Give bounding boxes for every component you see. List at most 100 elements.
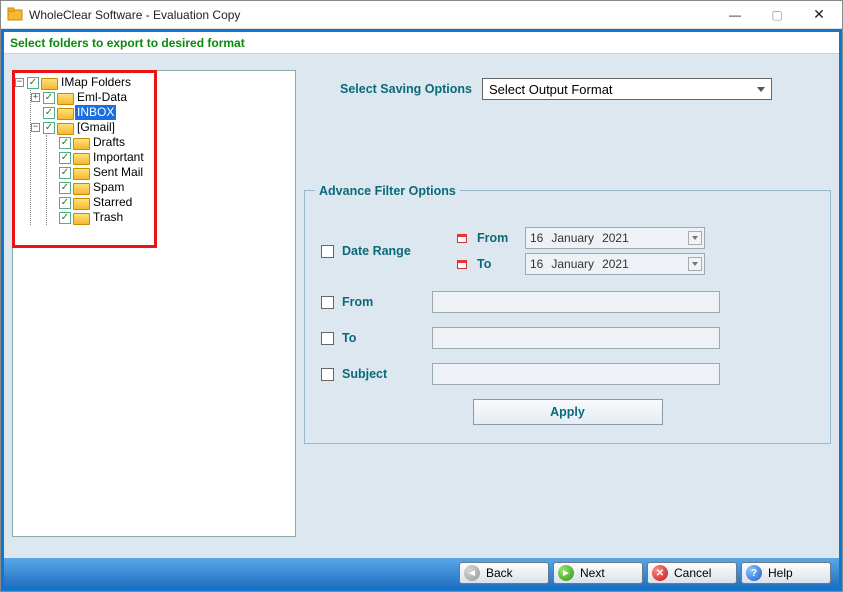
tree-label-selected: INBOX [75, 105, 116, 120]
to-label: To [477, 257, 515, 271]
from-checkbox[interactable] [321, 296, 334, 309]
wizard-footer: ◄ Back ► Next ✕ Cancel ? Help [4, 558, 839, 588]
checkbox[interactable] [59, 137, 71, 149]
from-row: From [321, 291, 814, 313]
tree-node-inbox[interactable]: INBOX [31, 105, 293, 120]
app-icon [7, 7, 23, 23]
checkbox[interactable] [59, 182, 71, 194]
date-range-checkbox[interactable] [321, 245, 334, 258]
date-column: From 16 January 2021 To [457, 225, 705, 277]
options-panel: Select Saving Options Select Output Form… [304, 70, 831, 550]
subject-filter-label: Subject [342, 367, 402, 381]
checkbox[interactable] [43, 92, 55, 104]
tree-node-eml[interactable]: + Eml-Data [31, 90, 293, 105]
chevron-down-icon[interactable] [688, 257, 702, 271]
close-button[interactable]: ✕ [798, 1, 840, 29]
next-button[interactable]: ► Next [553, 562, 643, 584]
help-button[interactable]: ? Help [741, 562, 831, 584]
folder-tree[interactable]: − IMap Folders + Eml-Data [13, 71, 295, 229]
from-filter-label: From [342, 295, 402, 309]
tree-node-spam[interactable]: Spam [47, 180, 293, 195]
advance-filter-group: Advance Filter Options Date Range From 1… [304, 190, 831, 444]
window-title: WholeClear Software - Evaluation Copy [29, 8, 714, 22]
folder-icon [73, 137, 88, 148]
tree-label: Spam [91, 180, 126, 195]
checkbox[interactable] [43, 122, 55, 134]
instruction-bar: Select folders to export to desired form… [4, 32, 839, 54]
tree-node-gmail[interactable]: − [Gmail] [31, 120, 293, 135]
date-range-label: Date Range [342, 244, 437, 258]
next-icon: ► [558, 565, 574, 581]
folder-tree-panel: − IMap Folders + Eml-Data [12, 70, 296, 537]
tree-label: Starred [91, 195, 134, 210]
checkbox[interactable] [43, 107, 55, 119]
app-window: WholeClear Software - Evaluation Copy — … [0, 0, 843, 592]
date-to-line: To 16 January 2021 [457, 251, 705, 277]
minimize-button[interactable]: — [714, 1, 756, 29]
date-from-picker[interactable]: 16 January 2021 [525, 227, 705, 249]
tree-label: Important [91, 150, 146, 165]
folder-icon [57, 92, 72, 103]
checkbox[interactable] [59, 167, 71, 179]
folder-icon [41, 77, 56, 88]
tree-node-drafts[interactable]: Drafts [47, 135, 293, 150]
collapse-icon[interactable]: − [15, 78, 24, 87]
tree-node-sentmail[interactable]: Sent Mail [47, 165, 293, 180]
tree-node-trash[interactable]: Trash [47, 210, 293, 225]
window-controls: — ▢ ✕ [714, 1, 840, 29]
filter-legend: Advance Filter Options [315, 184, 460, 198]
tree-node-starred[interactable]: Starred [47, 195, 293, 210]
tree-label: Drafts [91, 135, 127, 150]
content-area: − IMap Folders + Eml-Data [4, 54, 839, 558]
saving-label: Select Saving Options [340, 82, 472, 96]
maximize-button[interactable]: ▢ [756, 1, 798, 29]
body-area: Select folders to export to desired form… [1, 29, 842, 591]
folder-icon [73, 167, 88, 178]
titlebar: WholeClear Software - Evaluation Copy — … [1, 1, 842, 29]
cancel-button[interactable]: ✕ Cancel [647, 562, 737, 584]
to-row: To [321, 327, 814, 349]
output-format-combo[interactable]: Select Output Format [482, 78, 772, 100]
from-input[interactable] [432, 291, 720, 313]
checkbox[interactable] [59, 197, 71, 209]
to-input[interactable] [432, 327, 720, 349]
tree-label: Sent Mail [91, 165, 145, 180]
collapse-icon[interactable]: − [31, 123, 40, 132]
date-range-row: Date Range From 16 January 2021 [321, 225, 814, 277]
tree-label: Trash [91, 210, 125, 225]
subject-input[interactable] [432, 363, 720, 385]
checkbox[interactable] [59, 152, 71, 164]
calendar-icon [457, 234, 467, 243]
help-icon: ? [746, 565, 762, 581]
folder-icon [57, 122, 72, 133]
subject-checkbox[interactable] [321, 368, 334, 381]
back-button[interactable]: ◄ Back [459, 562, 549, 584]
back-icon: ◄ [464, 565, 480, 581]
subject-row: Subject [321, 363, 814, 385]
tree-node-important[interactable]: Important [47, 150, 293, 165]
folder-icon [57, 107, 72, 118]
chevron-down-icon[interactable] [688, 231, 702, 245]
cancel-icon: ✕ [652, 565, 668, 581]
expand-icon[interactable]: + [31, 93, 40, 102]
date-from-line: From 16 January 2021 [457, 225, 705, 251]
instruction-text: Select folders to export to desired form… [10, 36, 245, 50]
spacer [31, 108, 40, 117]
apply-button[interactable]: Apply [473, 399, 663, 425]
tree-label: [Gmail] [75, 120, 117, 135]
to-filter-label: To [342, 331, 402, 345]
apply-row: Apply [321, 399, 814, 425]
to-checkbox[interactable] [321, 332, 334, 345]
checkbox[interactable] [59, 212, 71, 224]
folder-icon [73, 182, 88, 193]
saving-row: Select Saving Options Select Output Form… [304, 78, 831, 100]
tree-label: Eml-Data [75, 90, 129, 105]
checkbox[interactable] [27, 77, 39, 89]
calendar-icon [457, 260, 467, 269]
folder-icon [73, 197, 88, 208]
folder-icon [73, 152, 88, 163]
tree-node-root[interactable]: − IMap Folders [15, 75, 293, 90]
date-to-picker[interactable]: 16 January 2021 [525, 253, 705, 275]
combo-text: Select Output Format [489, 82, 613, 97]
folder-icon [73, 212, 88, 223]
